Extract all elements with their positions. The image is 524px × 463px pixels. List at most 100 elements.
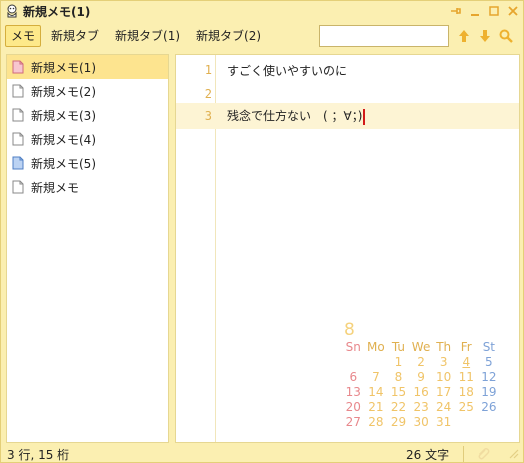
memo-list-label: 新規メモ bbox=[31, 180, 80, 195]
calendar-week-row: 12345 bbox=[342, 355, 502, 370]
weekday-label: Th bbox=[436, 340, 452, 354]
calendar-day bbox=[342, 355, 365, 370]
resize-grip-icon[interactable] bbox=[507, 447, 519, 462]
calendar-day[interactable]: 27 bbox=[342, 415, 365, 430]
memo-list-item[interactable]: 新規メモ(1) bbox=[7, 55, 168, 79]
paperclip-icon[interactable] bbox=[476, 447, 490, 463]
editor-line[interactable]: 1 すごく使いやすいのに bbox=[176, 58, 519, 82]
line-text: すごく使いやすいのに bbox=[227, 63, 348, 78]
status-divider bbox=[463, 446, 464, 462]
calendar-day bbox=[478, 415, 501, 430]
calendar-week-row: 6 7 8 9 10 11 12 bbox=[342, 370, 502, 385]
calendar-day[interactable]: 15 bbox=[387, 385, 410, 400]
calendar-day[interactable]: 25 bbox=[455, 400, 478, 415]
doc-icon bbox=[12, 108, 24, 122]
calendar-day[interactable]: 28 bbox=[365, 415, 388, 430]
weekday-label: St bbox=[482, 340, 496, 354]
calendar-weekday-row: Sn Mo Tu We Th Fr St bbox=[342, 340, 502, 355]
line-text: 残念で仕方ない ( ；∀；) bbox=[227, 109, 363, 124]
calendar-day[interactable]: 1 bbox=[387, 355, 410, 370]
calendar-day[interactable]: 6 bbox=[342, 370, 365, 385]
text-caret bbox=[363, 108, 366, 125]
calendar-week-row: 13 14 15 16 17 18 19 bbox=[342, 385, 502, 400]
tab-memo[interactable]: メモ bbox=[5, 25, 42, 47]
search-input[interactable] bbox=[319, 25, 449, 47]
calendar-day bbox=[365, 355, 388, 370]
blue-doc-icon bbox=[12, 156, 24, 170]
tab-new-tab-2[interactable]: 新規タブ(2) bbox=[190, 25, 267, 47]
calendar-day[interactable]: 2 bbox=[410, 355, 433, 370]
calendar-day[interactable]: 26 bbox=[478, 400, 501, 415]
weekday-label: We bbox=[411, 340, 431, 354]
calendar-day[interactable]: 3 bbox=[432, 355, 455, 370]
calendar-day[interactable]: 17 bbox=[432, 385, 455, 400]
memo-list-item[interactable]: 新規メモ(3) bbox=[7, 103, 168, 127]
memo-list-label: 新規メモ(2) bbox=[31, 84, 96, 99]
calendar-day[interactable]: 10 bbox=[432, 370, 455, 385]
cursor-position: 3 行, 15 桁 bbox=[7, 447, 70, 462]
calendar-month: 8 bbox=[344, 320, 355, 340]
status-bar: 3 行, 15 桁 26 文字 bbox=[1, 445, 523, 463]
tab-new-tab[interactable]: 新規タブ bbox=[45, 25, 105, 47]
arrow-up-icon[interactable] bbox=[455, 27, 473, 45]
memo-list-item[interactable]: 新規メモ(5) bbox=[7, 151, 168, 175]
calendar-grid: Sn Mo Tu We Th Fr St 1 2 3 4 5 6 7 8 9 10 11 12 13 14… bbox=[342, 340, 502, 430]
line-number: 3 bbox=[204, 109, 212, 123]
calendar-day[interactable]: 18 bbox=[455, 385, 478, 400]
memo-list: 新規メモ(1) 新規メモ(2) 新規メモ(3) 新規メモ(4) 新規メモ(5) bbox=[6, 54, 169, 443]
memo-list-label: 新規メモ(4) bbox=[31, 132, 96, 147]
window-title: 新規メモ(1) bbox=[23, 4, 91, 19]
memo-list-item[interactable]: 新規メモ(4) bbox=[7, 127, 168, 151]
calendar-day[interactable]: 14 bbox=[365, 385, 388, 400]
calendar-day[interactable]: 21 bbox=[365, 400, 388, 415]
search-icon[interactable] bbox=[497, 27, 515, 45]
memo-list-item[interactable]: 新規メモ(2) bbox=[7, 79, 168, 103]
memo-list-label: 新規メモ(1) bbox=[31, 60, 96, 75]
line-number: 1 bbox=[204, 63, 212, 77]
minimize-icon[interactable] bbox=[467, 3, 483, 19]
memo-list-item[interactable]: 新規メモ bbox=[7, 175, 168, 199]
calendar-day[interactable]: 9 bbox=[410, 370, 433, 385]
app-window: 新規メモ(1) メモ 新規タブ 新規タブ(1) 新規タブ(2) 新規メモ(1) … bbox=[0, 0, 524, 463]
arrow-down-icon[interactable] bbox=[476, 27, 494, 45]
pin-icon[interactable] bbox=[447, 3, 463, 19]
weekday-label: Sn bbox=[345, 340, 361, 354]
calendar-day[interactable]: 7 bbox=[365, 370, 388, 385]
maximize-icon[interactable] bbox=[486, 3, 502, 19]
calendar-day[interactable]: 5 bbox=[478, 355, 501, 370]
calendar-day[interactable]: 11 bbox=[455, 370, 478, 385]
close-icon[interactable] bbox=[505, 3, 521, 19]
doc-icon bbox=[12, 132, 24, 146]
title-bar: 新規メモ(1) bbox=[1, 1, 523, 21]
calendar-day[interactable]: 29 bbox=[387, 415, 410, 430]
calendar-day[interactable]: 22 bbox=[387, 400, 410, 415]
weekday-label: Mo bbox=[367, 340, 385, 354]
calendar-day[interactable]: 13 bbox=[342, 385, 365, 400]
calendar-day[interactable]: 8 bbox=[387, 370, 410, 385]
doc-icon bbox=[12, 180, 24, 194]
pink-doc-icon bbox=[12, 60, 24, 74]
editor-line-current[interactable]: 3 残念で仕方ない ( ；∀；) bbox=[176, 103, 519, 129]
calendar-week-row: 20 21 22 23 24 25 26 bbox=[342, 400, 502, 415]
calendar-day[interactable]: 12 bbox=[478, 370, 501, 385]
line-number: 2 bbox=[204, 87, 212, 101]
tab-new-tab-1[interactable]: 新規タブ(1) bbox=[109, 25, 186, 47]
memo-editor[interactable]: 1 すごく使いやすいのに 2 3 残念で仕方ない ( ；∀；) 8 Sn Mo … bbox=[175, 54, 520, 443]
memo-list-label: 新規メモ(5) bbox=[31, 156, 96, 171]
calendar-day[interactable]: 16 bbox=[410, 385, 433, 400]
char-count: 26 文字 bbox=[406, 447, 450, 462]
calendar-day[interactable]: 23 bbox=[410, 400, 433, 415]
weekday-label: Fr bbox=[460, 340, 472, 354]
calendar-day[interactable]: 31 bbox=[432, 415, 455, 430]
line-text-wrap: 残念で仕方ない ( ；∀；) bbox=[227, 107, 366, 125]
calendar-day[interactable]: 20 bbox=[342, 400, 365, 415]
calendar-day[interactable]: 24 bbox=[432, 400, 455, 415]
app-logo-icon bbox=[5, 4, 19, 18]
calendar-week-row: 27 28 29 30 31 bbox=[342, 415, 502, 430]
calendar-day[interactable]: 30 bbox=[410, 415, 433, 430]
toolbar: メモ 新規タブ 新規タブ(1) 新規タブ(2) bbox=[1, 23, 523, 49]
memo-list-label: 新規メモ(3) bbox=[31, 108, 96, 123]
calendar-day[interactable]: 4 bbox=[455, 355, 478, 370]
calendar-day[interactable]: 19 bbox=[478, 385, 501, 400]
weekday-label: Tu bbox=[391, 340, 406, 354]
